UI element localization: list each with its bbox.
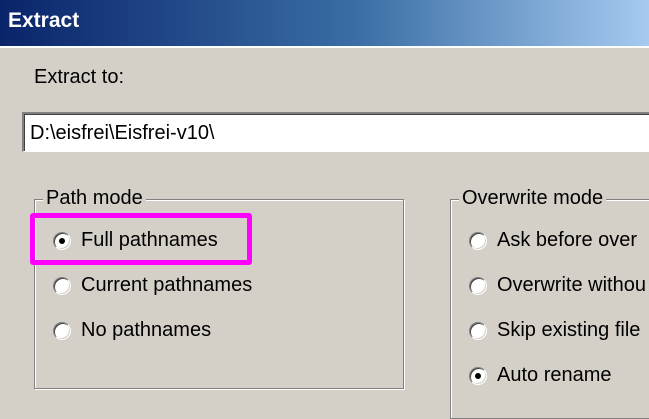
title-bar[interactable]: Extract	[0, 0, 649, 46]
window-title: Extract	[8, 9, 80, 32]
path-mode-legend: Path mode	[43, 187, 146, 210]
extract-to-label: Extract to:	[34, 66, 125, 88]
radio-label: Overwrite withou	[497, 274, 646, 296]
radio-button[interactable]	[469, 322, 487, 340]
extract-path-input[interactable]: D:\eisfrei\Eisfrei-v10\	[22, 112, 649, 152]
radio-button[interactable]	[469, 277, 487, 295]
radio-button[interactable]	[53, 277, 71, 295]
radio-button[interactable]	[53, 322, 71, 340]
overwrite-mode-legend: Overwrite mode	[459, 187, 607, 210]
radio-label: Current pathnames	[81, 274, 253, 296]
title-bar-divider	[0, 46, 649, 48]
highlight-annotation	[30, 213, 252, 265]
radio-label: No pathnames	[81, 319, 212, 341]
overwrite-mode-group: Overwrite mode Ask before over Overwrite…	[450, 187, 649, 419]
extract-path-value: D:\eisfrei\Eisfrei-v10\	[30, 122, 215, 144]
radio-label: Ask before over	[497, 229, 638, 251]
radio-button[interactable]	[469, 232, 487, 250]
radio-label: Auto rename	[497, 364, 612, 386]
radio-button-checked[interactable]	[469, 367, 487, 385]
radio-label: Skip existing file	[497, 319, 641, 341]
